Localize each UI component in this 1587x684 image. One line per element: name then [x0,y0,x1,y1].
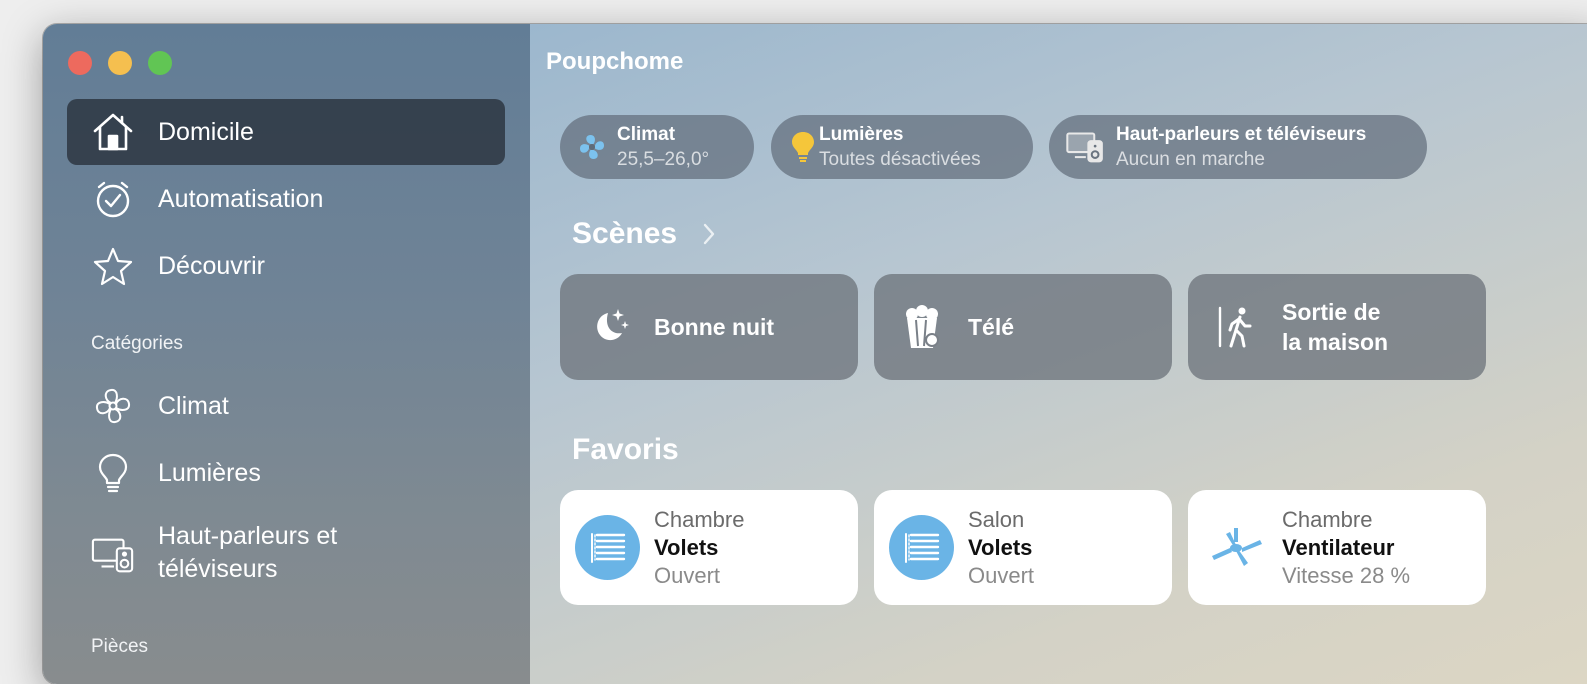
favorite-state: Vitesse 28 % [1282,563,1411,588]
sidebar-item-label: Climat [158,391,229,420]
status-pill-lumieres[interactable]: Lumières Toutes désactivées [771,115,1033,179]
label-line-2: la maison [1282,329,1389,355]
label-line-1: Haut-parleurs et [158,522,338,550]
categories-section-title: Catégories [91,333,183,354]
favorite-name: Volets [654,535,719,560]
speaker-tv-icon [91,533,135,577]
moon-stars-icon [584,303,632,351]
sidebar-item-label: Domicile [158,117,254,146]
scene-label: Sortie de la maison [1282,297,1388,357]
main-content: Poupchome Climat 25,5–26,0° Lumières Tou… [530,24,1587,684]
scene-label: Bonne nuit [654,314,775,340]
chevron-right-icon[interactable] [702,222,716,251]
lightbulb-icon [785,129,821,165]
speaker-tv-icon [1065,129,1105,165]
scene-sortie-maison[interactable]: Sortie de la maison [1188,274,1486,380]
star-icon [91,244,135,288]
clock-check-icon [91,177,135,221]
favorite-state: Ouvert [654,563,721,588]
popcorn-icon [898,303,946,351]
favorite-tile-salon-volets[interactable]: Salon Volets Ouvert [874,490,1172,605]
sidebar-item-label: Haut-parleurs et téléviseurs [158,520,337,586]
blinds-icon[interactable] [889,515,954,580]
pill-title: Climat [617,124,676,145]
sidebar-item-label: Découvrir [158,251,265,280]
fan-icon [574,129,610,165]
sidebar-item-label: Lumières [158,458,261,487]
pill-subtitle: Aucun en marche [1116,149,1265,170]
fan-icon [91,384,135,428]
pill-title: Lumières [819,124,904,145]
scene-bonne-nuit[interactable]: Bonne nuit [560,274,858,380]
blinds-icon[interactable] [575,515,640,580]
page-title: Poupchome [546,48,684,75]
favorite-tile-chambre-ventilateur[interactable]: Chambre Ventilateur Vitesse 28 % [1188,490,1486,605]
sidebar-item-label: Automatisation [158,184,324,213]
scenes-title-text: Scènes [572,217,678,250]
favorite-room: Chambre [1282,507,1373,532]
house-icon [91,110,135,154]
scene-tele[interactable]: Télé [874,274,1172,380]
sidebar-item-automatisation[interactable]: Automatisation [67,166,505,232]
sidebar-item-haut-parleurs[interactable]: Haut-parleurs et téléviseurs [67,520,505,590]
pill-subtitle: 25,5–26,0° [617,149,710,170]
zoom-window-button[interactable] [148,51,172,75]
favorite-room: Salon [968,507,1025,532]
scene-label: Télé [968,314,1015,340]
status-pill-climat[interactable]: Climat 25,5–26,0° [560,115,754,179]
sidebar-item-lumieres[interactable]: Lumières [67,440,505,506]
pill-subtitle: Toutes désactivées [819,149,981,170]
favorite-state: Ouvert [968,563,1035,588]
favorite-tile-chambre-volets[interactable]: Chambre Volets Ouvert [560,490,858,605]
lightbulb-icon [91,451,135,495]
sidebar-item-decouvrir[interactable]: Découvrir [67,233,505,299]
favorite-name: Ventilateur [1282,535,1395,560]
favorites-section-title: Favoris [572,433,679,466]
ceiling-fan-icon[interactable] [1203,515,1268,580]
favorite-name: Volets [968,535,1033,560]
sidebar-item-climat[interactable]: Climat [67,373,505,439]
favorite-room: Chambre [654,507,745,532]
label-line-1: Sortie de [1282,299,1381,325]
home-app-window: Domicile Automatisation Découvrir Catégo… [43,24,1587,684]
sidebar-item-domicile[interactable]: Domicile [67,99,505,165]
close-window-button[interactable] [68,51,92,75]
pill-title: Haut-parleurs et téléviseurs [1116,124,1367,145]
status-pill-haut-parleurs[interactable]: Haut-parleurs et téléviseurs Aucun en ma… [1049,115,1427,179]
scenes-section-title[interactable]: Scènes [572,217,677,251]
sidebar: Domicile Automatisation Découvrir Catégo… [43,24,530,684]
label-line-2: téléviseurs [158,555,278,583]
walking-person-icon [1212,303,1260,351]
rooms-section-title: Pièces [91,636,149,657]
minimize-window-button[interactable] [108,51,132,75]
